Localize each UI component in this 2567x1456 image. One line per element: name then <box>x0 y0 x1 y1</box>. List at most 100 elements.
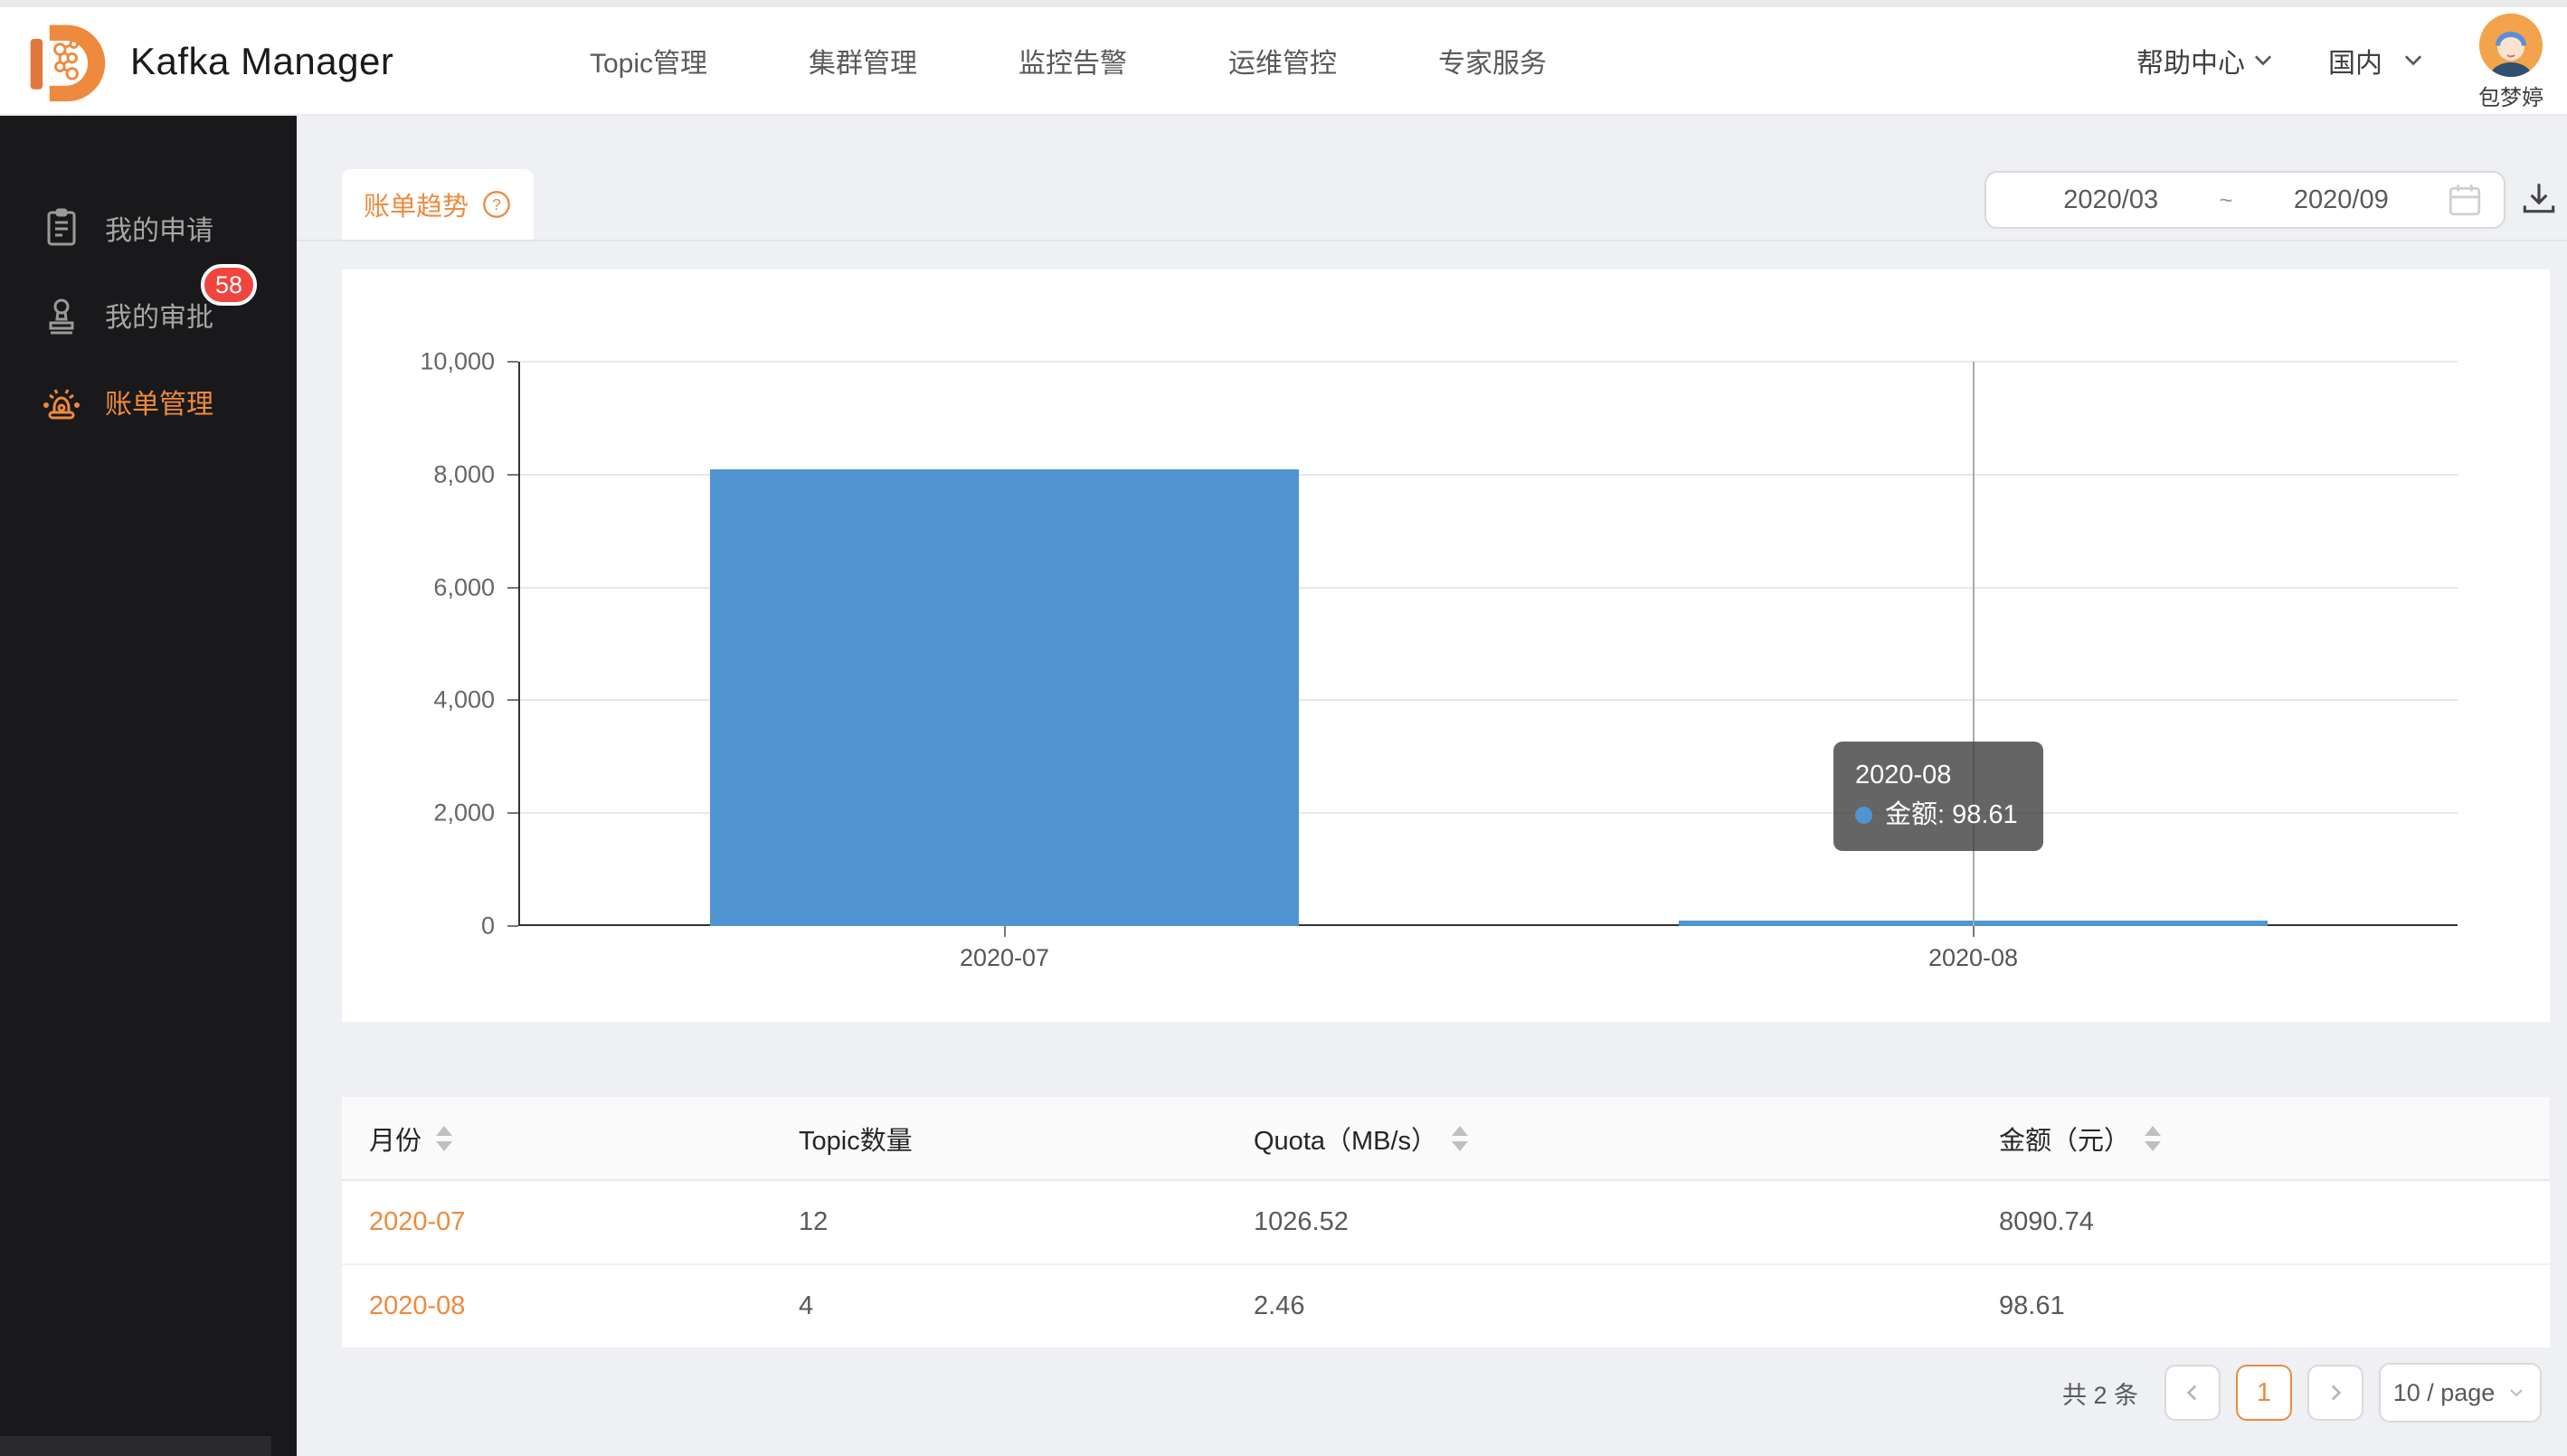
chevron-down-icon <box>2250 48 2276 73</box>
tooltip-title: 2020-08 <box>1855 756 2018 796</box>
y-axis-tick <box>507 699 518 701</box>
tab-bar-divider <box>297 240 2567 241</box>
y-axis-label: 0 <box>481 912 495 941</box>
x-axis-label: 2020-07 <box>960 944 1049 972</box>
table-body: 2020-07121026.528090.742020-0842.4698.61 <box>342 1181 2550 1349</box>
table-header-row: 月份Topic数量Quota（MB/s）金额（元） <box>342 1097 2550 1181</box>
date-start-input[interactable]: 2020/03 <box>2006 185 2215 215</box>
calendar-icon <box>2446 181 2484 219</box>
sort-icon[interactable] <box>1452 1126 1468 1151</box>
svg-text:?: ? <box>492 195 501 213</box>
app-logo-icon <box>24 18 110 105</box>
brand[interactable]: Kafka Manager <box>24 16 393 107</box>
app-header: Kafka Manager Topic管理 集群管理 监控告警 运维管控 专家服务 帮助… <box>0 7 2567 116</box>
region-menu[interactable]: 国内 <box>2328 41 2426 80</box>
tooltip-value: 金额: 98.61 <box>1885 800 2018 829</box>
nav-item-3[interactable]: 运维管控 <box>1228 41 1337 80</box>
clipboard-icon <box>42 208 81 248</box>
x-axis-label: 2020-08 <box>1928 944 2018 972</box>
table-cell: 8090.74 <box>1972 1207 2550 1237</box>
chevron-down-icon <box>2505 1382 2527 1404</box>
column-header-0[interactable]: 月份 <box>342 1120 772 1158</box>
alarm-icon <box>42 382 81 421</box>
help-center-menu[interactable]: 帮助中心 <box>2136 41 2276 80</box>
y-axis-label: 8,000 <box>433 460 495 488</box>
y-axis-tick <box>507 925 518 927</box>
header-right: 帮助中心 国内 <box>2136 7 2543 114</box>
page-size-select[interactable]: 10 / page <box>2379 1363 2542 1423</box>
sidebar-item-label: 我的审批 <box>105 295 213 335</box>
y-axis-tick <box>507 474 518 476</box>
y-axis-label: 10,000 <box>420 348 495 376</box>
stamp-icon <box>42 295 81 335</box>
table-row: 2020-0842.4698.61 <box>342 1265 2550 1349</box>
x-axis-tick <box>1973 926 1975 937</box>
user-profile[interactable]: 包梦婷 <box>2478 14 2543 111</box>
month-link[interactable]: 2020-07 <box>342 1207 772 1237</box>
month-link[interactable]: 2020-08 <box>342 1291 772 1321</box>
main-nav: Topic管理 集群管理 监控告警 运维管控 专家服务 <box>590 7 1547 114</box>
app-title: Kafka Manager <box>130 40 393 83</box>
y-axis-tick <box>507 812 518 814</box>
date-range-separator: ~ <box>2215 186 2236 214</box>
page-size-value: 10 / page <box>2393 1379 2496 1407</box>
y-axis-label: 2,000 <box>433 799 495 827</box>
chevron-down-icon <box>2401 48 2426 73</box>
chart-card: 2020-08 金额: 98.61 10,000 8,000 6,000 4,000 2… <box>342 269 2550 1022</box>
chart-tooltip: 2020-08 金额: 98.61 <box>1833 742 2043 851</box>
page-1-button[interactable]: 1 <box>2236 1365 2292 1421</box>
chevron-left-icon <box>2181 1381 2204 1404</box>
column-header-1: Topic数量 <box>772 1120 1227 1158</box>
bar-chart-plot: 2020-08 金额: 98.61 10,0008,0006,0004,0002… <box>520 362 2458 926</box>
y-axis-tick <box>507 587 518 589</box>
y-axis-label: 4,000 <box>433 686 495 714</box>
sort-icon[interactable] <box>2145 1126 2161 1151</box>
tab-bill-trend-label: 账单趋势 <box>364 185 469 223</box>
y-axis-tick <box>507 361 518 363</box>
nav-item-0[interactable]: Topic管理 <box>590 41 707 80</box>
sidebar-menu: 我的申请我的审批58 账单管理 <box>0 116 297 445</box>
x-axis-tick <box>1004 926 1006 937</box>
table-cell: 12 <box>772 1207 1227 1237</box>
series-dot-icon <box>1855 807 1872 824</box>
y-axis-label: 6,000 <box>433 573 495 601</box>
table-cell: 2.46 <box>1227 1291 1972 1321</box>
nav-item-4[interactable]: 专家服务 <box>1438 41 1547 80</box>
sidebar-item-0[interactable]: 我的申请 <box>0 184 297 271</box>
sidebar-item-2[interactable]: 账单管理 <box>0 358 297 445</box>
region-label: 国内 <box>2328 41 2382 80</box>
sidebar-item-label: 账单管理 <box>105 382 213 421</box>
table-row: 2020-07121026.528090.74 <box>342 1181 2550 1265</box>
y-axis-line <box>518 362 520 926</box>
pagination: 共 2 条 1 10 / page <box>2062 1363 2542 1423</box>
prev-page-button[interactable] <box>2164 1365 2221 1421</box>
avatar <box>2479 14 2543 77</box>
chevron-right-icon <box>2324 1381 2347 1404</box>
question-circle-icon[interactable]: ? <box>481 189 512 220</box>
sidebar: 我的申请我的审批58 账单管理 <box>0 116 297 1456</box>
sidebar-collapse-bar[interactable] <box>0 1436 271 1456</box>
column-header-3[interactable]: 金额（元） <box>1972 1120 2550 1158</box>
table-cell: 1026.52 <box>1227 1207 1972 1237</box>
sort-icon[interactable] <box>436 1126 452 1151</box>
nav-item-1[interactable]: 集群管理 <box>809 41 917 80</box>
bar-2020-07[interactable] <box>710 469 1299 926</box>
username: 包梦婷 <box>2478 80 2543 111</box>
grid-line <box>520 361 2458 363</box>
download-icon[interactable] <box>2518 177 2560 219</box>
help-center-label: 帮助中心 <box>2136 41 2245 80</box>
table-cell: 4 <box>772 1291 1227 1321</box>
next-page-button[interactable] <box>2307 1365 2363 1421</box>
sidebar-item-label: 我的申请 <box>105 208 213 248</box>
tab-bill-trend[interactable]: 账单趋势 ? <box>342 169 534 240</box>
notification-badge: 58 <box>201 264 257 306</box>
billing-table: 月份Topic数量Quota（MB/s）金额（元） 2020-07121026.… <box>342 1097 2550 1349</box>
table-cell: 98.61 <box>1972 1291 2550 1321</box>
date-range-picker[interactable]: 2020/03 ~ 2020/09 <box>1984 171 2505 229</box>
total-count: 共 2 条 <box>2062 1376 2138 1411</box>
column-header-2[interactable]: Quota（MB/s） <box>1227 1120 1972 1158</box>
window-top-strip <box>0 0 2567 7</box>
date-end-input[interactable]: 2020/09 <box>2237 185 2446 215</box>
nav-item-2[interactable]: 监控告警 <box>1018 41 1127 80</box>
sidebar-item-1[interactable]: 我的审批58 <box>0 271 297 358</box>
